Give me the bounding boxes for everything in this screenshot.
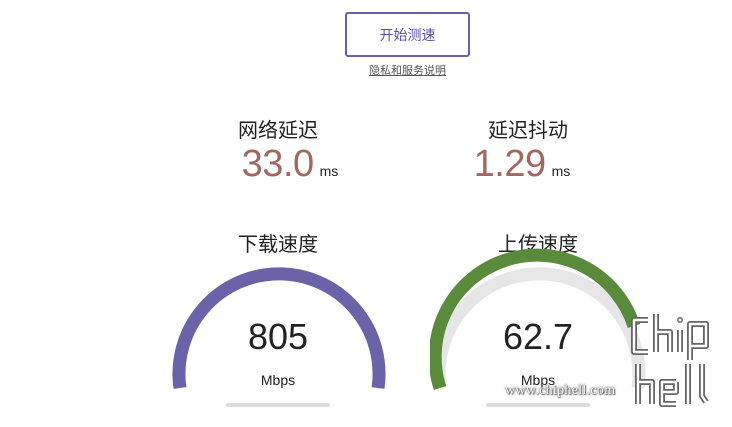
chiphell-watermark-logo [631,314,709,407]
jitter-value-group: 1.29 ms [432,143,612,186]
latency-value: 33.0 [241,143,314,185]
latency-label: 网络延迟 [238,118,318,142]
latency-value-group: 33.0 ms [200,143,380,186]
download-value: 805 [247,316,309,357]
upload-progress-track [486,403,590,407]
jitter-value: 1.29 [473,143,546,185]
jitter-unit: ms [551,163,571,179]
download-progress-track [226,403,330,407]
watermark-url: www.chiphell.com [505,383,616,398]
upload-value: 62.7 [502,316,574,357]
jitter-label: 延迟抖动 [488,118,568,142]
latency-unit: ms [319,163,339,179]
download-unit: Mbps [260,372,296,388]
privacy-service-link[interactable]: 隐私和服务说明 [340,62,475,78]
start-test-button[interactable]: 开始测速 [345,12,470,57]
